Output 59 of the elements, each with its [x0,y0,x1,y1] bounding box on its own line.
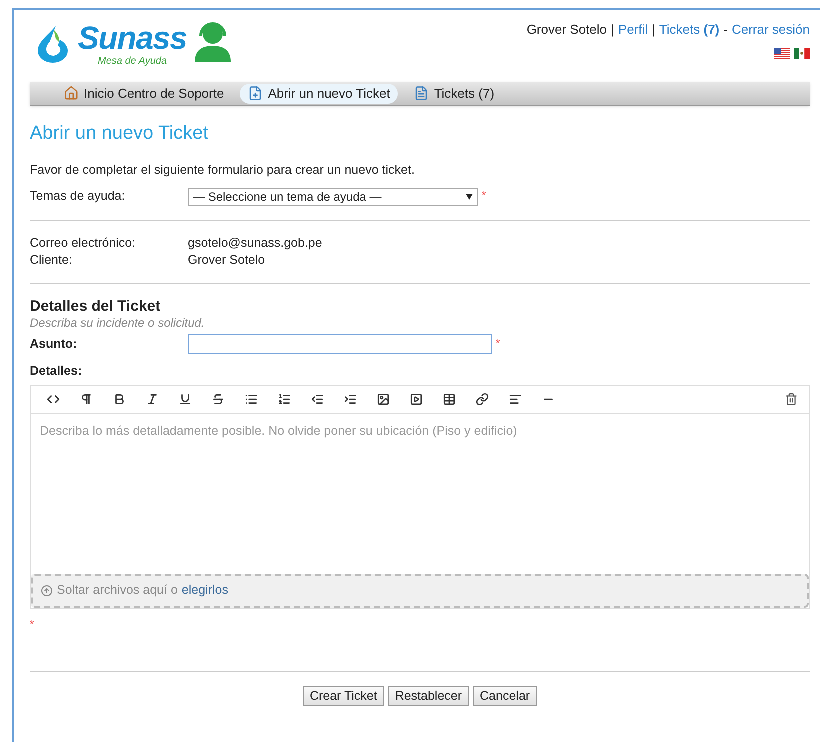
indent-icon [344,392,357,406]
page-title: Abrir un nuevo Ticket [30,122,210,146]
outdent-icon [311,392,324,406]
form-button[interactable]: Cancelar [473,686,538,706]
form-button[interactable]: Crear Ticket [302,686,384,706]
separator: | [611,21,614,39]
nav-tab[interactable]: Inicio Centro de Soporte [56,84,232,104]
help-topic-select[interactable]: — Seleccione un tema de ayuda — [188,188,478,206]
subject-field[interactable] [188,334,492,354]
contact-value: Grover Sotelo [188,252,266,269]
help-topic-label: Temas de ayuda: [30,188,126,206]
drop-text: Soltar archivos aquí o [57,582,178,600]
intro-text: Favor de completar el siguiente formulario para crear un nuevo ticket. [30,162,416,179]
new-document-icon [248,86,264,101]
nav-tab[interactable]: Tickets (7) [406,84,503,104]
contact-value: gsotelo@sunass.gob.pe [188,235,322,252]
form-button[interactable]: Restablecer [388,686,470,706]
header-link[interactable]: Tickets (7) [659,20,720,40]
contact-label: Cliente: [30,252,74,269]
mexico-flag-icon[interactable] [794,48,810,58]
nav-tab[interactable]: Abrir un nuevo Ticket [240,84,398,104]
details-label: Detalles: [30,363,84,380]
code-icon [47,392,60,406]
house-icon [64,86,79,101]
file-drop-zone[interactable]: Soltar archivos aquí o elegirlos [31,574,809,608]
required-mark: * [496,336,500,352]
paragraph-icon [80,392,93,406]
header-link[interactable]: Perfil [618,20,648,40]
bold-icon [113,392,126,406]
section-subtitle: Describa su incidente o solicitud. [30,316,206,330]
required-mark: * [482,189,486,204]
italic-icon [146,392,159,406]
trash-icon [784,392,798,406]
separator: - [724,21,728,39]
image-icon [377,392,390,406]
document-icon [414,86,430,101]
logo-wordmark: Sunass [78,20,188,56]
choose-files-link[interactable]: elegirlos [182,581,228,600]
numbered-list-icon [278,392,291,406]
dropdown-caret-icon [466,194,473,200]
upload-icon [41,584,53,597]
underline-icon [179,392,192,406]
us-flag-icon[interactable] [774,48,790,58]
table-icon [443,392,456,406]
contact-label: Correo electrónico: [30,235,137,252]
required-mark: * [30,618,36,633]
subject-label: Asunto: [30,336,78,353]
link-icon [476,392,489,406]
user-name: Grover Sotelo [526,21,608,39]
bullet-list-icon [245,392,258,406]
video-icon [410,392,423,406]
details-editor[interactable]: Describa lo más detalladamente posible. No olvide poner su ubicación (Piso y edificio) [31,414,809,574]
align-left-icon [509,392,522,406]
separator: | [652,21,656,39]
section-title: Detalles del Ticket [30,298,162,316]
rich-text-editor[interactable]: Describa lo más detalladamente posible. No olvide poner su ubicación (Piso y edificio) Soltar archivos aquí o elegirlos [30,384,810,609]
header-link[interactable]: Cerrar sesión [732,20,810,40]
strikethrough-icon [212,392,225,406]
logo-tagline: Mesa de Ayuda [98,56,168,68]
